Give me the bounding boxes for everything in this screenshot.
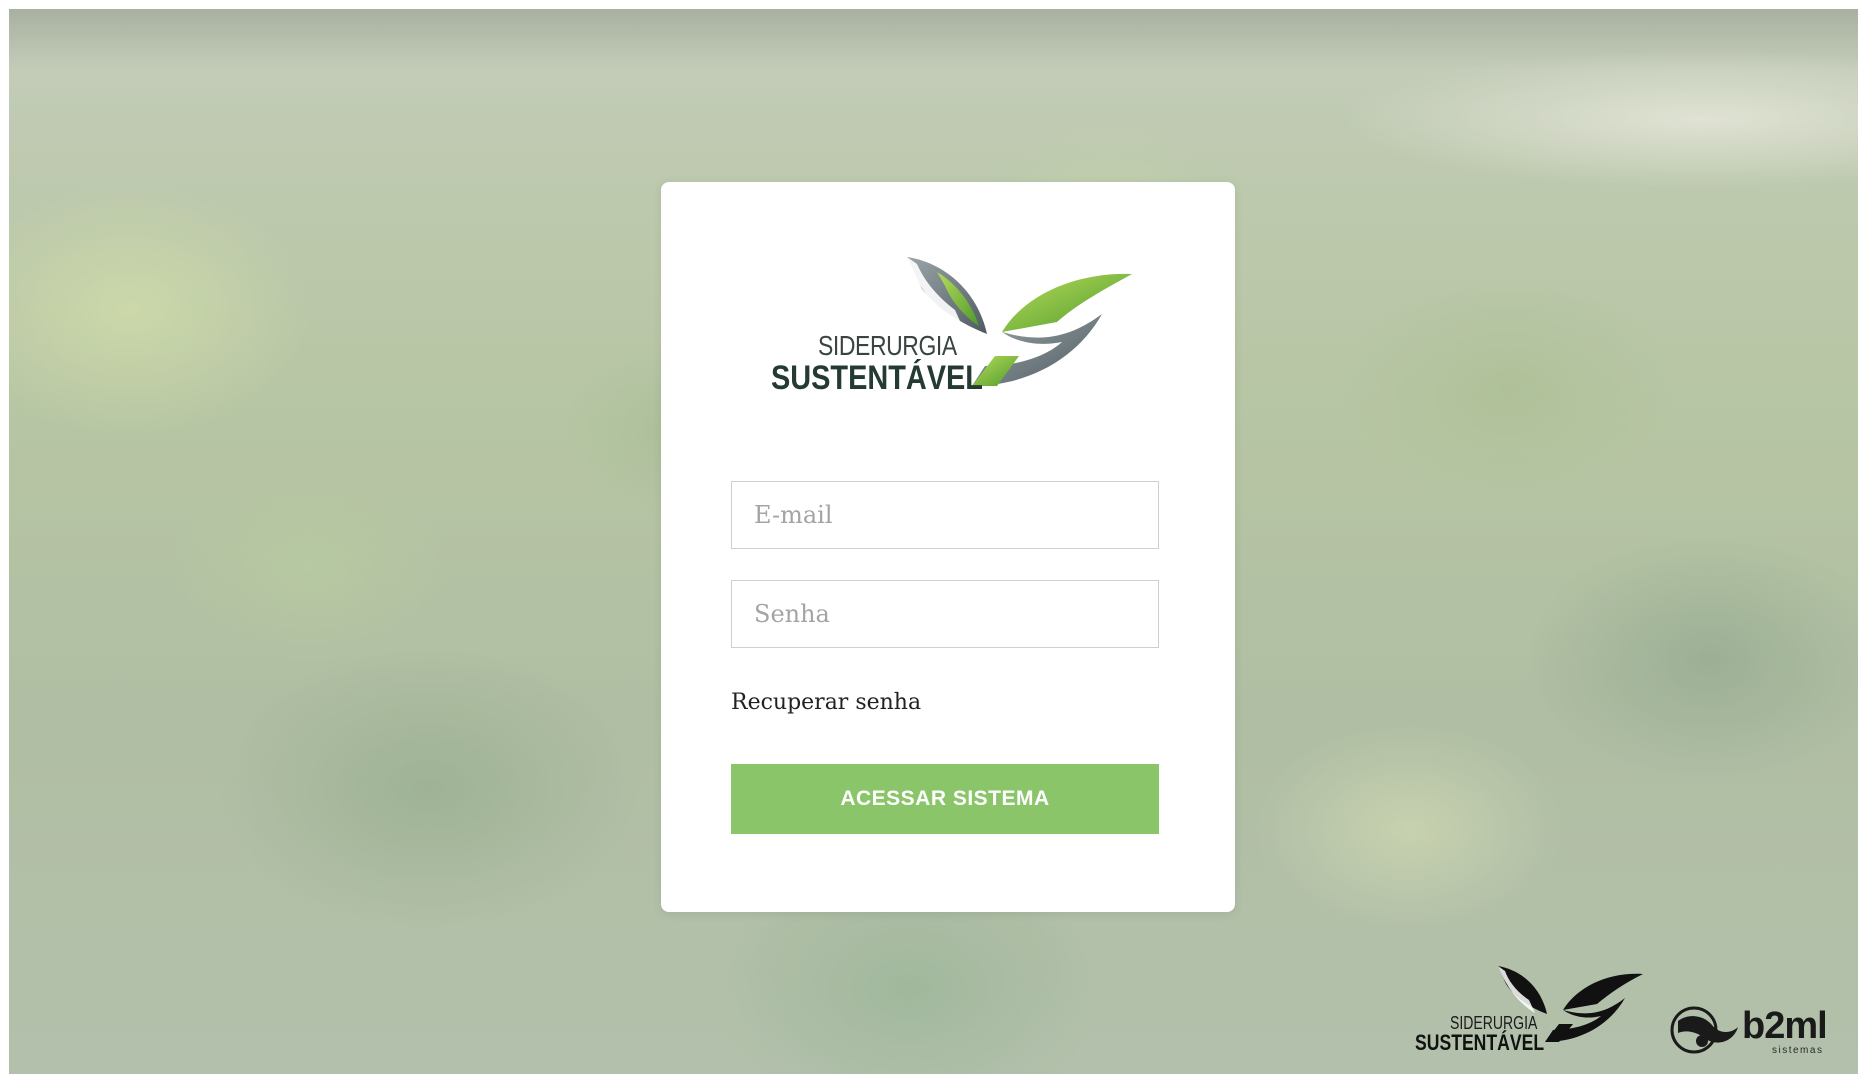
recover-password-link[interactable]: Recuperar senha <box>731 690 921 715</box>
password-input[interactable] <box>731 580 1159 648</box>
siderurgia-sustentavel-logo: SIDERURGIA SUSTENTÁVEL <box>757 254 1137 404</box>
b2ml-logo: b2ml sistemas <box>1664 1003 1839 1058</box>
login-card: SIDERURGIA SUSTENTÁVEL Recuperar senha A… <box>661 182 1235 912</box>
email-input[interactable] <box>731 481 1159 549</box>
logo-line-2: SUSTENTÁVEL <box>771 359 983 397</box>
footer-siderurgia-logo: SIDERURGIA SUSTENTÁVEL <box>1413 962 1643 1057</box>
b2ml-wordmark: b2ml <box>1742 1005 1828 1047</box>
access-system-button[interactable]: ACESSAR SISTEMA <box>731 764 1159 834</box>
footer-logo-line-2: SUSTENTÁVEL <box>1415 1030 1545 1055</box>
b2ml-emblem-icon <box>1670 1006 1738 1054</box>
b2ml-subtitle: sistemas <box>1772 1045 1824 1056</box>
logo-line-1: SIDERURGIA <box>818 330 957 361</box>
